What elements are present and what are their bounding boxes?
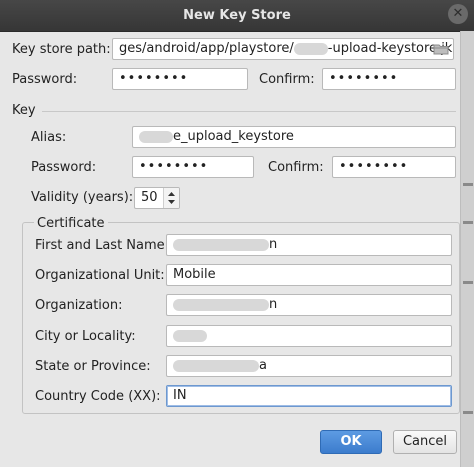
alias-value: e_upload_keystore (173, 129, 294, 144)
validity-value: 50 (141, 190, 158, 205)
key-confirm-field[interactable]: •••••••• (332, 156, 456, 178)
state-label: State or Province: (35, 359, 151, 374)
first-last-name-value: n (269, 237, 278, 252)
alias-label: Alias: (31, 130, 67, 145)
cancel-button[interactable]: Cancel (393, 430, 457, 454)
keystore-password-field[interactable]: •••••••• (112, 68, 248, 90)
key-section-divider (42, 111, 456, 112)
title-bar: New Key Store ✕ (0, 0, 474, 32)
redacted-blur (173, 238, 269, 251)
org-unit-field[interactable]: Mobile (166, 264, 452, 286)
country-code-label: Country Code (XX): (35, 389, 161, 404)
organization-value: n (269, 297, 278, 312)
certificate-section-label: Certificate (34, 216, 108, 231)
folder-icon[interactable] (433, 42, 449, 56)
spinner-arrows-icon[interactable] (163, 188, 179, 208)
first-last-name-field[interactable]: n (166, 234, 452, 256)
edge-marker (463, 221, 473, 224)
edge-marker (463, 411, 473, 414)
first-last-name-label: First and Last Name: (35, 238, 170, 253)
redacted-blur (173, 298, 269, 311)
city-label: City or Locality: (35, 329, 136, 344)
validity-spinner[interactable]: 50 (134, 187, 180, 209)
organization-field[interactable]: n (166, 294, 452, 316)
key-section-label: Key (12, 103, 36, 118)
background-window-edge (460, 31, 474, 467)
state-value: a (259, 358, 267, 373)
edge-marker (463, 183, 473, 186)
keystore-path-prefix: ges/android/app/playstore/ (119, 41, 294, 56)
org-unit-label: Organizational Unit: (35, 268, 165, 283)
key-password-field[interactable]: •••••••• (132, 156, 254, 178)
edge-marker (463, 281, 473, 284)
close-icon[interactable]: ✕ (448, 4, 468, 24)
redacted-blur (293, 42, 328, 55)
key-confirm-label: Confirm: (268, 160, 324, 175)
redacted-blur (173, 359, 259, 372)
organization-label: Organization: (35, 298, 123, 313)
redacted-blur (173, 329, 207, 342)
ok-button[interactable]: OK (320, 430, 382, 454)
keystore-confirm-label: Confirm: (259, 72, 315, 87)
keystore-password-label: Password: (12, 72, 78, 87)
keystore-path-field[interactable]: ges/android/app/playstore/-upload-keysto… (112, 38, 454, 60)
key-password-label: Password: (31, 160, 97, 175)
redacted-blur (139, 130, 173, 143)
window-title: New Key Store (183, 8, 291, 23)
keystore-path-label: Key store path: (12, 42, 111, 57)
city-field[interactable] (166, 325, 452, 347)
validity-label: Validity (years): (31, 190, 134, 205)
country-code-field[interactable]: IN (166, 385, 452, 407)
state-field[interactable]: a (166, 355, 452, 377)
alias-field[interactable]: e_upload_keystore (132, 126, 456, 148)
keystore-confirm-field[interactable]: •••••••• (322, 68, 456, 90)
